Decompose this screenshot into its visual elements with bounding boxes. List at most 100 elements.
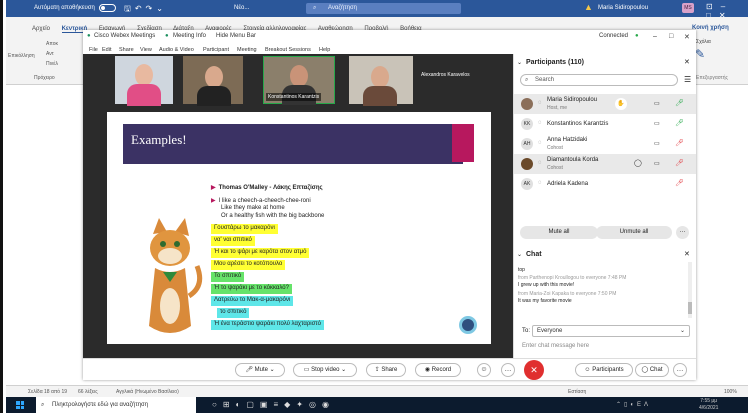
more-options-button[interactable]: …: [501, 363, 515, 377]
word-search-box[interactable]: ⌕ Αναζήτηση: [306, 3, 461, 14]
slide-bullet: ▶ Thomas O'Malley - Λάκης Επταζίσης: [211, 184, 323, 191]
document-title: Νέο...: [234, 5, 250, 11]
chat-recipient-select[interactable]: Everyone ⌄: [532, 325, 690, 337]
menu-edit[interactable]: Edit: [102, 47, 111, 53]
lyric-highlight-line: το σπιτικό: [217, 308, 250, 318]
camera-icon[interactable]: ▭: [654, 100, 660, 107]
device-icon: ◌: [538, 120, 542, 126]
share-button[interactable]: Κοινή χρήση: [692, 25, 729, 31]
filter-icon[interactable]: ☰: [684, 75, 691, 84]
chat-bubble-icon[interactable]: ◯: [634, 159, 642, 167]
focus-button[interactable]: Εστίαση: [568, 389, 586, 395]
reactions-button[interactable]: ☺: [477, 363, 491, 377]
chat-button-label: Chat: [649, 367, 663, 373]
comments-button[interactable]: Σχόλια: [696, 39, 711, 45]
microphone-icon[interactable]: 🎤︎: [675, 119, 684, 127]
chat-scrollbar[interactable]: [688, 262, 692, 318]
meeting-info-icon: ●: [165, 33, 169, 39]
user-avatar[interactable]: MS: [682, 3, 694, 13]
share-screen-button[interactable]: ⇪ Share: [366, 363, 406, 377]
microphone-muted-icon[interactable]: 🎤︎: [675, 179, 684, 187]
format-painter-button[interactable]: Πινέλ: [46, 61, 58, 67]
webex-close-button[interactable]: ✕: [684, 33, 690, 41]
chat-button[interactable]: ◯ Chat: [635, 363, 669, 377]
microphone-muted-icon[interactable]: 🎤︎: [675, 139, 684, 147]
participant-row[interactable]: AH ◌ Anna Hatzidaki Cohost ▭ 🎤︎: [514, 134, 696, 154]
chat-message-input[interactable]: Enter chat message here: [522, 343, 589, 349]
participant-row[interactable]: ◌ Maria Sidiropoulou Host, me ✋ ▭ 🎤︎: [514, 94, 696, 114]
editor-icon[interactable]: ✎: [695, 47, 705, 61]
video-thumb[interactable]: [183, 56, 243, 106]
warning-icon[interactable]: ▲: [584, 2, 593, 12]
camera-icon[interactable]: ▭: [654, 120, 660, 127]
video-thumb[interactable]: [349, 56, 413, 106]
unmute-all-button[interactable]: Unmute all: [596, 226, 672, 239]
copy-button[interactable]: Αντ: [46, 51, 54, 57]
clipboard-group: Επικόλληση Αποκ Αντ Πινέλ Πρόχειρο: [6, 39, 84, 85]
page-count: Σελίδα 18 από 19: [28, 389, 68, 395]
microphone-icon[interactable]: 🎤︎: [675, 99, 684, 107]
participants-close-button[interactable]: ✕: [684, 58, 690, 66]
lyric-highlight-line: Ή ένα τεράστιο ψαράκι πολύ λαχταριστό: [211, 320, 324, 330]
participant-row[interactable]: ◌ Diamantoula Korda Cohost ◯ ▭ 🎤︎: [514, 154, 696, 174]
video-thumb[interactable]: [115, 56, 173, 106]
language-status[interactable]: Αγγλικά (Ηνωμένο Βασίλειο): [116, 389, 179, 395]
lyric-highlight-line: Ή και το ψάρι με καρότα στον ατμό: [211, 248, 310, 258]
mute-all-button[interactable]: Mute all: [520, 226, 598, 239]
menu-breakout-sessions[interactable]: Breakout Sessions: [265, 47, 311, 53]
menu-meeting[interactable]: Meeting: [237, 47, 257, 53]
quick-access-icons[interactable]: 🖫↶↷⌄: [124, 3, 167, 17]
participant-search-input[interactable]: ⌕ Search: [520, 74, 678, 86]
meeting-info-button[interactable]: Meeting Info: [173, 33, 206, 39]
stop-video-button-label: Stop video: [311, 367, 340, 373]
search-icon: ⌕: [313, 5, 317, 11]
cat-illustration: [149, 218, 203, 333]
more-options-button[interactable]: …: [676, 226, 689, 239]
zoom-level[interactable]: 100%: [724, 389, 737, 395]
video-thumbnails: Konstantinos Karantzis Alexandros Karave…: [83, 54, 513, 106]
participant-row[interactable]: AK ◌ Adriela Kadena 🎤︎: [514, 174, 696, 194]
connection-status[interactable]: Connected: [599, 33, 628, 39]
participant-face: [135, 64, 153, 86]
hide-menu-button[interactable]: Hide Menu Bar: [216, 33, 256, 39]
chat-message-text: It was my favorite movie: [518, 298, 572, 304]
presenter-sphere-icon: [459, 316, 477, 334]
camera-icon[interactable]: ▭: [654, 160, 660, 167]
participants-button[interactable]: ☺ Participants: [575, 363, 633, 377]
system-tray-icons[interactable]: ⌃▯◐ΕΛ: [616, 401, 651, 408]
microphone-muted-icon[interactable]: 🎤︎: [675, 159, 684, 167]
search-icon: ⌕: [525, 77, 529, 83]
menu-view[interactable]: View: [140, 47, 152, 53]
menu-file[interactable]: File: [89, 47, 98, 53]
hand-icon[interactable]: ✋: [615, 98, 627, 110]
camera-icon[interactable]: ▭: [654, 140, 660, 147]
leave-meeting-button[interactable]: ✕: [524, 360, 544, 380]
device-icon: ◌: [538, 140, 542, 146]
windows-start-icon[interactable]: [16, 401, 24, 409]
webex-minimize-button[interactable]: –: [653, 33, 657, 40]
mute-button[interactable]: 🎤︎ Mute ⌄: [235, 363, 285, 377]
menu-participant[interactable]: Participant: [203, 47, 229, 53]
participant-role: Cohost: [547, 145, 563, 151]
autosave-toggle[interactable]: [99, 4, 116, 12]
menu-audio-video[interactable]: Audio & Video: [159, 47, 194, 53]
paste-button[interactable]: Επικόλληση: [8, 53, 35, 59]
taskbar-app-icons[interactable]: ○⊞◐▢▣≡◆✦◎◉: [212, 400, 335, 409]
webex-maximize-button[interactable]: □: [669, 33, 673, 40]
video-thumb[interactable]: Konstantinos Karantzis: [263, 56, 335, 105]
taskbar-clock[interactable]: 7:55 μμ 4/6/2021: [699, 398, 718, 412]
tab-file[interactable]: Αρχείο: [32, 26, 50, 32]
collapse-icon[interactable]: ⌄: [517, 59, 522, 66]
menu-share[interactable]: Share: [119, 47, 134, 53]
stop-video-button[interactable]: ▭ Stop video ⌄: [293, 363, 357, 377]
panel-options-button[interactable]: …: [673, 363, 687, 377]
record-button[interactable]: ◉ Record: [415, 363, 461, 377]
collapse-icon[interactable]: ⌄: [517, 251, 522, 258]
taskbar-search-input[interactable]: ⌕ Πληκτρολογήστε εδώ για αναζήτηση: [36, 397, 196, 413]
menu-help[interactable]: Help: [319, 47, 330, 53]
connection-icon: ●: [635, 33, 639, 39]
participants-header: Participants (110): [526, 59, 584, 66]
chat-close-button[interactable]: ✕: [684, 250, 690, 258]
cut-button[interactable]: Αποκ: [46, 41, 58, 47]
participant-row[interactable]: KK ◌ Konstantinos Karantzis ▭ 🎤︎: [514, 114, 696, 134]
